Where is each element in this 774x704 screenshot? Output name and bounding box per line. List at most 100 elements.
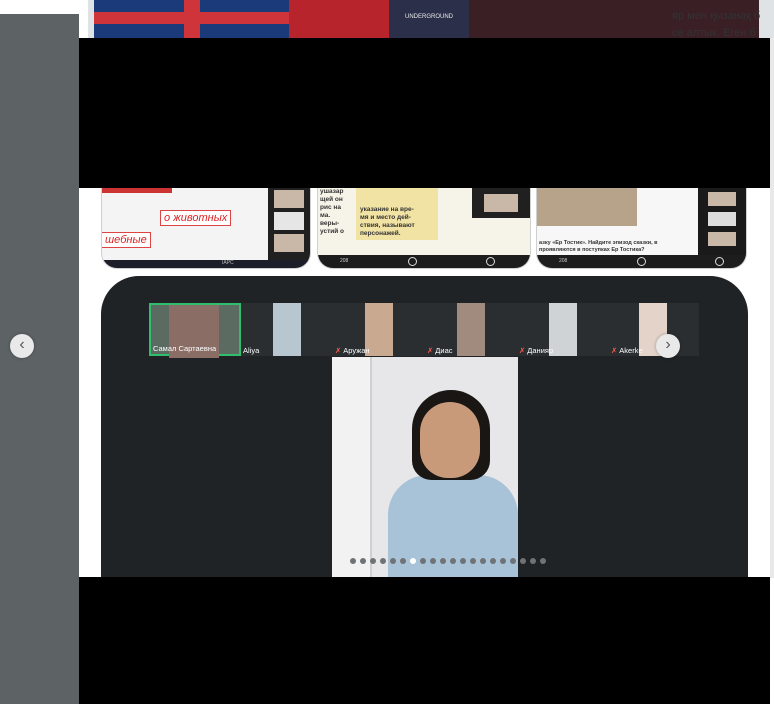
carousel-dot[interactable] [400, 558, 406, 564]
muted-mic-icon: ✗ [427, 346, 434, 355]
book-left-column: ушазар щей он рис на ма. веры- устий о [320, 188, 344, 236]
muted-mic-icon: ✗ [519, 346, 526, 355]
book-highlight-note: указание на вре- мя и место дей- ствия, … [356, 188, 438, 240]
book-line: рис на [320, 204, 341, 211]
carousel-dot[interactable] [500, 558, 506, 564]
flowchart-header-bar [102, 188, 172, 193]
plus-circle-icon [486, 257, 495, 266]
windows-taskbar: IAPC [102, 260, 310, 268]
illustration-people [537, 188, 637, 226]
active-speaker-video [332, 357, 518, 577]
carousel-dot[interactable] [530, 558, 536, 564]
carousel-dot[interactable] [450, 558, 456, 564]
note-line: указание на вре- [360, 206, 414, 213]
participant-name: ✗ Аружан [335, 346, 370, 355]
carousel-dot[interactable] [360, 558, 366, 564]
gallery-thumbnail-2[interactable]: ушазар щей он рис на ма. веры- устий о у… [317, 188, 531, 269]
carousel-dot[interactable] [410, 558, 416, 564]
book-line: устий о [320, 228, 345, 235]
participant-name-text: Akerke [619, 346, 643, 355]
gallery-thumbnail-3[interactable]: азку «Ер Тостик». Найдите эпизод сказки,… [536, 188, 747, 269]
slide-number: 208 [340, 258, 349, 264]
participant-name: Самал Сартаевна [153, 344, 216, 353]
lightbox-top-black-band [79, 38, 770, 188]
carousel-dot[interactable] [470, 558, 476, 564]
right-edge-strip [770, 38, 774, 578]
muted-mic-icon: ✗ [335, 346, 342, 355]
carousel-dot[interactable] [440, 558, 446, 564]
participant-tile: ✗ Диас [425, 303, 517, 356]
carousel-dot[interactable] [540, 558, 546, 564]
thumbnail-control-bar: 208 [318, 255, 530, 268]
red-bus-image [289, 0, 389, 40]
book-line: ма. [320, 212, 331, 219]
minus-circle-icon [408, 257, 417, 266]
book-line: щей он [320, 196, 343, 203]
note-line: ствия, называют [360, 222, 415, 229]
carousel-dot[interactable] [350, 558, 356, 564]
student-face [420, 402, 480, 478]
main-video-call-image: Самал Сартаевна Aliya ✗ Аружан ✗ Диас ✗ Дан… [101, 276, 748, 577]
thumbnail-side-cameras [698, 188, 746, 256]
mini-camera [484, 194, 518, 212]
book-caption: азку «Ер Тостик». Найдите эпизод сказки,… [539, 240, 658, 253]
carousel-dot[interactable] [420, 558, 426, 564]
left-panel [0, 14, 79, 704]
carousel-dot[interactable] [510, 558, 516, 564]
participant-tile: Aliya [241, 303, 333, 356]
carousel-dot[interactable] [370, 558, 376, 564]
flowchart-box-magic: шебные [102, 232, 151, 248]
participant-name-text: Диас [435, 346, 453, 355]
carousel-dot[interactable] [430, 558, 436, 564]
thumbnail-side-cameras [268, 188, 310, 261]
participant-name-text: Данияр [527, 346, 554, 355]
participant-video [457, 303, 485, 356]
participant-name: ✗ Данияр [519, 346, 553, 355]
minus-circle-icon [637, 257, 646, 266]
carousel-dot[interactable] [380, 558, 386, 564]
participant-video [273, 303, 301, 356]
mini-camera [708, 212, 736, 226]
note-line: мя и место дей- [360, 214, 411, 221]
gallery-thumbnail-1[interactable]: о животных шебные IAPC [101, 188, 311, 269]
image-lightbox: о животных шебные IAPC ушазар щей он рис… [79, 38, 770, 704]
lightbox-bottom-black-band [79, 577, 770, 704]
mini-camera [274, 212, 304, 230]
participant-tile: ✗ Данияр [517, 303, 609, 356]
participant-tile: ✗ Аружан [333, 303, 425, 356]
mini-camera [274, 234, 304, 252]
carousel-dot[interactable] [490, 558, 496, 564]
slide-number: 208 [559, 258, 568, 264]
carousel-dot[interactable] [520, 558, 526, 564]
previous-image-button[interactable]: ‹ [10, 334, 34, 358]
uk-flag-image [94, 0, 289, 40]
flowchart-box-animals: о животных [160, 210, 232, 226]
participant-name-text: Aliya [243, 346, 260, 355]
participant-strip: Самал Сартаевна Aliya ✗ Аружан ✗ Диас ✗ Дан… [149, 303, 699, 358]
participant-video [549, 303, 577, 356]
background-door [332, 357, 372, 577]
participant-name: ✗ Akerke [611, 346, 643, 355]
next-image-button[interactable]: › [656, 334, 680, 358]
muted-mic-icon: ✗ [611, 346, 618, 355]
participant-name-text: Самал Сартаевна [153, 344, 217, 353]
thumbnail-control-bar: 208 [537, 255, 746, 268]
mini-camera [708, 232, 736, 246]
taskbar-label: IAPC [222, 260, 234, 266]
carousel-dot[interactable] [390, 558, 396, 564]
page-root: UNDERGROUND яр мен қызанақ б се алтык. Е… [0, 0, 774, 704]
underground-sign-text: UNDERGROUND [405, 14, 453, 20]
carousel-dot[interactable] [460, 558, 466, 564]
book-line: ушазар [320, 188, 344, 195]
carousel-page-dots [350, 558, 546, 566]
participant-name-text: Аружан [343, 346, 370, 355]
underground-sign-image: UNDERGROUND [389, 0, 469, 40]
article-text-line-1: яр мен қызанақ б [672, 10, 761, 22]
mini-camera [274, 190, 304, 208]
participant-name: Aliya [243, 346, 259, 355]
carousel-dot[interactable] [480, 558, 486, 564]
book-line: веры- [320, 220, 340, 227]
mini-camera [708, 192, 736, 206]
participant-name: ✗ Диас [427, 346, 453, 355]
thumbnail-side-cameras [472, 188, 530, 218]
